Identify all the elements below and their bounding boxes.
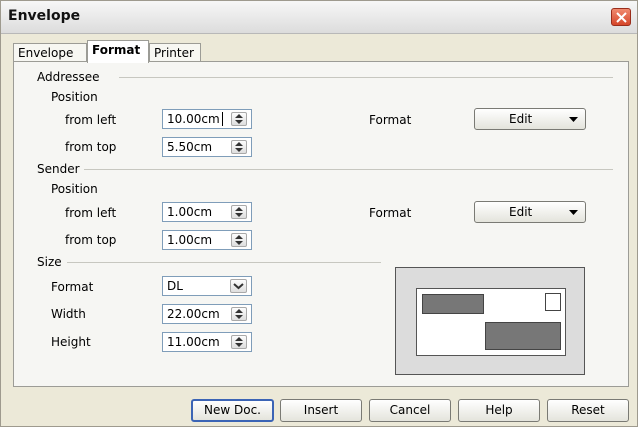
size-format-value: DL: [167, 279, 183, 293]
spin-arrows-icon: [235, 337, 243, 347]
sender-from-left-field[interactable]: 1.00cm: [162, 202, 252, 222]
addressee-from-left-field[interactable]: 10.00cm: [162, 109, 252, 129]
sender-from-top-label: from top: [65, 233, 117, 247]
reset-label: Reset: [571, 403, 605, 417]
spin-arrows-icon: [235, 207, 243, 217]
size-width-label: Width: [51, 307, 86, 321]
sender-edit-label: Edit: [509, 205, 533, 219]
sender-heading: Sender: [37, 162, 84, 176]
size-divider: [67, 262, 381, 263]
size-height-label: Height: [51, 335, 91, 349]
envelope-preview-sheet: [416, 288, 566, 356]
size-width-spinner[interactable]: [231, 307, 247, 321]
size-height-field[interactable]: 11.00cm: [162, 332, 252, 352]
sender-edit-button[interactable]: Edit: [474, 201, 586, 223]
size-width-value: 22.00cm: [167, 307, 220, 321]
size-format-label: Format: [51, 280, 94, 294]
size-heading: Size: [37, 255, 66, 269]
size-height-value: 11.00cm: [167, 335, 220, 349]
addressee-position-label: Position: [51, 90, 98, 104]
sender-position-label: Position: [51, 182, 98, 196]
sender-from-top-value: 1.00cm: [167, 233, 213, 247]
close-button[interactable]: [611, 8, 631, 26]
sender-preview-block: [422, 294, 484, 314]
new-doc-label: New Doc.: [204, 403, 261, 417]
envelope-preview: [395, 267, 585, 375]
close-icon: [616, 12, 627, 23]
stamp-preview-block: [545, 293, 561, 311]
size-format-dropdown-button[interactable]: [230, 279, 247, 293]
title-bar: Envelope: [1, 1, 637, 34]
addressee-edit-button[interactable]: Edit: [474, 108, 586, 130]
spin-arrows-icon: [235, 309, 243, 319]
addressee-format-label: Format: [369, 113, 412, 127]
addressee-from-top-field[interactable]: 5.50cm: [162, 137, 252, 157]
reset-button[interactable]: Reset: [547, 399, 629, 422]
addressee-preview-block: [485, 322, 561, 350]
insert-label: Insert: [303, 403, 339, 417]
tab-format-label: Format: [92, 43, 141, 57]
window-title: Envelope: [8, 8, 81, 24]
tab-envelope-label: Envelope: [18, 46, 74, 60]
tab-envelope[interactable]: Envelope: [13, 43, 87, 62]
addressee-from-left-value: 10.00cm: [167, 112, 220, 126]
size-width-field[interactable]: 22.00cm: [162, 304, 252, 324]
sender-from-left-label: from left: [65, 206, 117, 220]
sender-from-left-spinner[interactable]: [231, 205, 247, 219]
addressee-heading: Addressee: [37, 70, 104, 84]
chevron-down-icon: [233, 283, 244, 290]
addressee-from-left-spinner[interactable]: [231, 112, 247, 126]
help-label: Help: [485, 403, 513, 417]
tab-printer-label: Printer: [154, 46, 194, 60]
cancel-button[interactable]: Cancel: [369, 399, 451, 422]
size-height-spinner[interactable]: [231, 335, 247, 349]
sender-divider: [77, 169, 613, 170]
addressee-from-top-value: 5.50cm: [167, 140, 213, 154]
help-button[interactable]: Help: [458, 399, 540, 422]
addressee-divider: [119, 77, 613, 78]
tab-printer[interactable]: Printer: [149, 43, 201, 62]
addressee-from-top-spinner[interactable]: [231, 140, 247, 154]
envelope-dialog: Envelope Envelope Format Printer Address…: [0, 0, 638, 427]
dropdown-arrow-icon: [569, 117, 578, 122]
sender-from-top-field[interactable]: 1.00cm: [162, 230, 252, 250]
dropdown-arrow-icon: [569, 210, 578, 215]
tab-format[interactable]: Format: [87, 40, 149, 63]
addressee-from-top-label: from top: [65, 140, 117, 154]
addressee-from-left-label: from left: [65, 113, 117, 127]
sender-from-left-value: 1.00cm: [167, 205, 213, 219]
spin-arrows-icon: [235, 114, 243, 124]
insert-button[interactable]: Insert: [280, 399, 362, 422]
new-doc-button[interactable]: New Doc.: [191, 399, 274, 422]
text-caret: [222, 112, 223, 126]
sender-format-label: Format: [369, 206, 412, 220]
cancel-label: Cancel: [389, 403, 431, 417]
sender-from-top-spinner[interactable]: [231, 233, 247, 247]
spin-arrows-icon: [235, 142, 243, 152]
addressee-edit-label: Edit: [509, 112, 533, 126]
size-format-select[interactable]: DL: [162, 276, 252, 296]
spin-arrows-icon: [235, 235, 243, 245]
